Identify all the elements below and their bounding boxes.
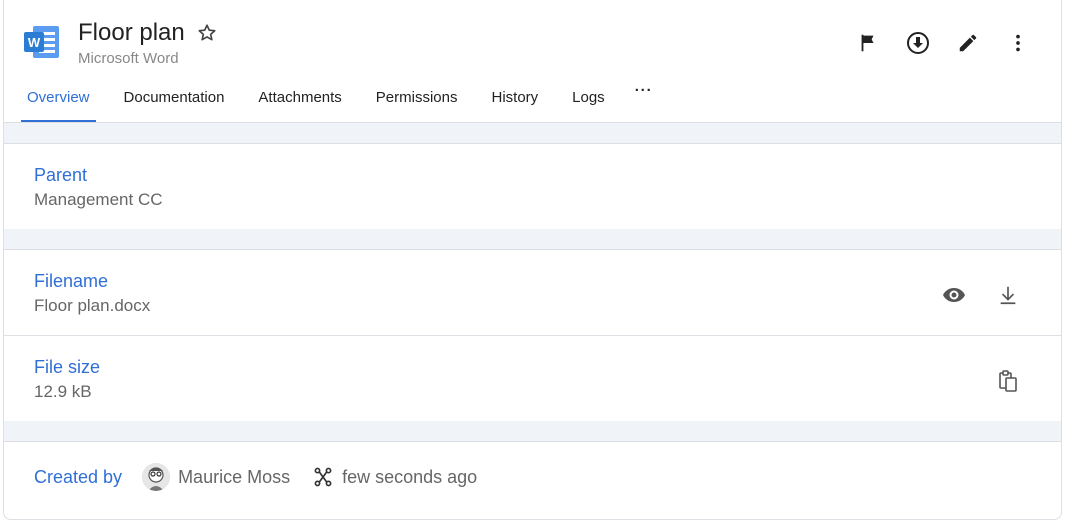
- section-gap: [4, 123, 1061, 144]
- flag-icon: [861, 34, 874, 52]
- created-row: Created by Maurice Moss few seconds ago: [4, 442, 1061, 512]
- kebab-menu-icon: [1016, 34, 1020, 52]
- created-by-user[interactable]: Maurice Moss: [178, 467, 290, 488]
- filesize-row: File size 12.9 kB: [4, 336, 1061, 421]
- file-section: Filename Floor plan.docx File size 12.9 …: [4, 250, 1061, 421]
- tab-overview[interactable]: Overview: [21, 80, 96, 122]
- pencil-icon: [959, 34, 977, 52]
- commit-graph-icon: [314, 467, 332, 487]
- created-section: Created by Maurice Moss few seconds ago: [4, 442, 1061, 512]
- tab-bar: Overview Documentation Attachments Permi…: [21, 80, 681, 122]
- tab-history[interactable]: History: [485, 80, 544, 122]
- download-button[interactable]: [905, 30, 931, 56]
- filesize-value: 12.9 kB: [34, 382, 92, 401]
- page-subtitle: Microsoft Word: [78, 50, 179, 67]
- parent-label: Parent: [34, 165, 88, 185]
- filesize-actions: [995, 368, 1021, 394]
- filename-row: Filename Floor plan.docx: [4, 250, 1061, 336]
- parent-value[interactable]: Management CC: [34, 190, 163, 210]
- parent-section: Parent Management CC: [4, 144, 1061, 229]
- filename-label: Filename: [34, 271, 109, 291]
- section-gap: [4, 229, 1061, 250]
- svg-text:W: W: [28, 35, 41, 50]
- filesize-label: File size: [34, 357, 101, 377]
- tab-documentation[interactable]: Documentation: [118, 80, 231, 122]
- header-actions: [855, 30, 1031, 56]
- flag-button[interactable]: [855, 30, 881, 56]
- download-circle-icon: [907, 32, 929, 54]
- avatar[interactable]: [142, 463, 171, 491]
- tab-more[interactable]: ···: [629, 80, 659, 115]
- tab-logs[interactable]: Logs: [566, 80, 611, 122]
- header: W Floor plan Microsoft Word Overview Doc…: [4, 0, 1061, 123]
- star-icon[interactable]: [196, 22, 218, 44]
- filename-value: Floor plan.docx: [34, 296, 151, 315]
- file-download-button[interactable]: [995, 282, 1021, 308]
- preview-button[interactable]: [941, 282, 967, 308]
- item-detail-panel: W Floor plan Microsoft Word Overview Doc…: [3, 0, 1062, 520]
- clipboard-icon: [999, 370, 1017, 392]
- download-icon: [1000, 286, 1016, 305]
- tab-permissions[interactable]: Permissions: [370, 80, 464, 122]
- copy-button[interactable]: [995, 368, 1021, 394]
- tab-attachments[interactable]: Attachments: [252, 80, 347, 122]
- filename-actions: [941, 282, 1021, 308]
- user-avatar-icon: [142, 463, 171, 491]
- eye-icon: [943, 288, 965, 302]
- edit-button[interactable]: [955, 30, 981, 56]
- section-gap: [4, 421, 1061, 442]
- created-time: few seconds ago: [342, 466, 478, 487]
- page-title: Floor plan: [78, 19, 185, 46]
- more-menu-button[interactable]: [1005, 30, 1031, 56]
- parent-row: Parent Management CC: [4, 144, 1061, 229]
- created-by-label: Created by: [34, 466, 123, 487]
- word-icon: W: [24, 26, 59, 58]
